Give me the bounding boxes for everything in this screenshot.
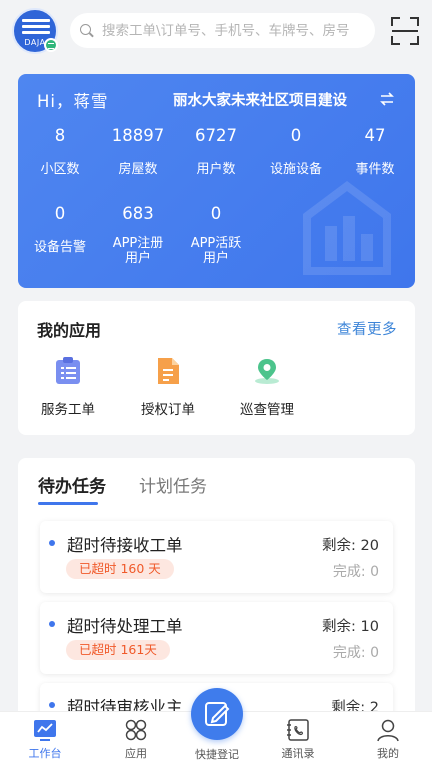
top-header: DAJA	[0, 0, 432, 64]
stat-facilities[interactable]: 0 设施设备	[254, 126, 338, 178]
overdue-badge: 已超时 160 天	[66, 559, 174, 579]
task-name: 超时待处理工单	[67, 617, 183, 636]
task-remaining: 剩余: 10	[322, 619, 379, 635]
stat-label: 设施设备	[269, 162, 322, 177]
document-icon	[158, 358, 179, 384]
bullet-dot	[49, 540, 55, 546]
task-remaining: 剩余: 20	[322, 538, 379, 554]
stat-houses[interactable]: 18897 房屋数	[96, 126, 180, 178]
stat-value: 47	[364, 126, 386, 145]
switch-project-icon[interactable]	[379, 91, 395, 107]
stat-label: APP活跃 用户	[174, 236, 258, 266]
logo-stripes	[22, 19, 50, 37]
bullet-dot	[49, 702, 55, 708]
app-service-order[interactable]: 服务工单	[23, 356, 113, 418]
stat-label: 事件数	[355, 162, 395, 177]
stat-value: 0	[54, 204, 66, 223]
search-icon	[80, 23, 94, 38]
stat-value: 0	[290, 126, 302, 145]
stat-communities[interactable]: 8 小区数	[18, 126, 102, 178]
task-completed: 完成: 0	[332, 564, 379, 580]
stat-label-line1: APP活跃	[190, 236, 242, 251]
task-name: 超时待接收工单	[67, 536, 183, 555]
tab-pending-tasks[interactable]: 待办任务	[38, 472, 106, 497]
stat-value: 8	[54, 126, 66, 145]
search-bar[interactable]	[70, 13, 375, 48]
stat-label-line1: APP注册	[112, 236, 164, 251]
nav-profile[interactable]: 我的	[353, 718, 423, 761]
stat-users[interactable]: 6727 用户数	[174, 126, 258, 178]
quick-register-label: 快捷登记	[195, 748, 239, 761]
stat-label-line2: 用户	[124, 251, 151, 266]
view-more-link[interactable]: 查看更多	[337, 318, 397, 339]
task-completed: 完成: 0	[332, 645, 379, 661]
edit-icon	[205, 702, 230, 726]
stat-label: 用户数	[196, 162, 236, 177]
stat-device-alarms[interactable]: 0 设备告警	[18, 204, 102, 256]
stat-value: 683	[122, 204, 154, 223]
my-apps-card: 我的应用 查看更多 服务工单 授权订单 巡查管理	[18, 301, 415, 435]
nav-apps[interactable]: 应用	[101, 718, 171, 761]
scan-icon[interactable]	[389, 15, 421, 47]
tab-planned-tasks[interactable]: 计划任务	[139, 472, 207, 497]
app-label: 服务工单	[41, 402, 95, 418]
stat-value: 18897	[111, 126, 165, 145]
stat-value: 0	[210, 204, 222, 223]
stat-app-registered[interactable]: 683 APP注册 用户	[96, 204, 180, 266]
project-name[interactable]: 丽水大家未来社区项目建设	[173, 89, 373, 110]
clipboard-icon	[56, 357, 80, 384]
overdue-badge: 已超时 161天	[66, 640, 170, 660]
stat-label: 房屋数	[118, 162, 158, 177]
location-pin-icon	[255, 359, 279, 384]
greeting-text: Hi，蒋雪	[37, 92, 109, 111]
app-patrol-management[interactable]: 巡查管理	[222, 356, 312, 418]
active-tab-indicator	[38, 502, 98, 505]
task-item[interactable]: 超时待处理工单 已超时 161天 剩余: 10 完成: 0	[40, 602, 393, 674]
stat-label: APP注册 用户	[96, 236, 180, 266]
stat-events[interactable]: 47 事件数	[333, 126, 415, 178]
stat-app-active[interactable]: 0 APP活跃 用户	[174, 204, 258, 266]
task-item[interactable]: 超时待接收工单 已超时 160 天 剩余: 20 完成: 0	[40, 521, 393, 593]
bullet-dot	[49, 621, 55, 627]
switch-badge-icon[interactable]	[44, 38, 58, 52]
building-watermark-icon	[303, 181, 391, 275]
stat-label: 小区数	[40, 162, 80, 177]
dashboard-icon	[34, 720, 56, 741]
app-label: 巡查管理	[240, 402, 294, 418]
stat-label: 设备告警	[33, 240, 86, 255]
nav-label: 应用	[125, 747, 147, 760]
nav-label: 通讯录	[281, 747, 315, 760]
summary-card: Hi，蒋雪 丽水大家未来社区项目建设 8 小区数 18897 房屋数 6727 …	[18, 74, 415, 288]
stat-label-line2: 用户	[202, 251, 229, 266]
nav-label: 工作台	[28, 747, 62, 760]
apps-grid-icon	[125, 719, 147, 741]
quick-register-button[interactable]	[191, 688, 243, 740]
search-input[interactable]	[102, 22, 372, 39]
app-authorized-order[interactable]: 授权订单	[123, 356, 213, 418]
nav-label: 我的	[377, 747, 399, 760]
section-title: 我的应用	[37, 321, 102, 340]
contacts-icon	[287, 719, 309, 741]
stat-value: 6727	[195, 126, 237, 145]
app-label: 授权订单	[141, 402, 195, 418]
user-icon	[377, 719, 399, 742]
nav-workbench[interactable]: 工作台	[10, 718, 80, 761]
nav-contacts[interactable]: 通讯录	[263, 718, 333, 761]
